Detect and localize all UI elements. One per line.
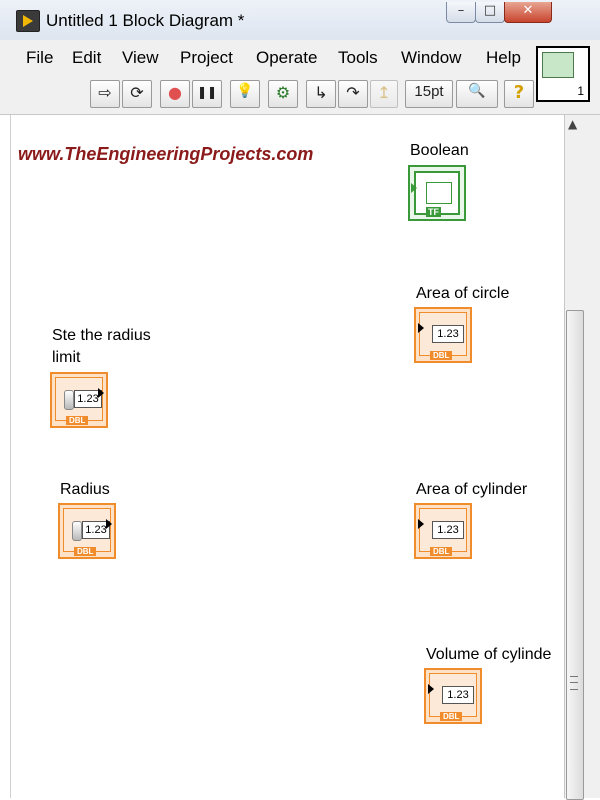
step-over-icon: ↷ [346,83,360,102]
numeric-frame: 1.23 [419,312,467,356]
labview-app-icon [16,10,40,32]
step-out-button[interactable]: ↥ [370,80,398,108]
menu-window[interactable]: Window [401,48,461,68]
vi-number: 1 [577,84,584,98]
help-icon: ? [513,82,525,103]
menu-project[interactable]: Project [180,48,233,68]
menu-edit[interactable]: Edit [72,48,101,68]
output-arrow-icon [106,519,112,529]
minimize-button[interactable]: – [446,2,476,23]
pause-button[interactable]: ❚❚ [192,80,222,108]
highlight-execution-icon: 💡 [236,83,254,99]
retain-wire-values-icon: ⚙ [275,83,291,102]
close-button[interactable]: ✕ [504,2,552,23]
context-help-button[interactable]: ? [504,80,534,108]
numeric-frame: 1.23 [63,508,111,552]
waveform-icon [542,52,574,78]
numeric-value: 1.23 [442,686,474,704]
numeric-frame: 1.23 [55,377,103,421]
chevron-up-icon: ▲ [568,117,578,131]
pause-icon: ❚❚ [196,85,218,99]
abort-button[interactable]: ● [160,80,190,108]
run-continuously-icon: ⟳ [130,83,144,102]
radius-limit-label-line2: limit [52,349,81,366]
search-icon: 🔍 [468,83,486,99]
numeric-frame: 1.23 [429,673,477,717]
window-title: Untitled 1 Block Diagram * [46,11,245,30]
menu-operate[interactable]: Operate [256,48,317,68]
radius-limit-label-line1: Ste the radius [52,327,151,344]
menu-help[interactable]: Help [486,48,521,68]
area-of-cylinder-indicator-terminal[interactable]: 1.23 DBL [414,503,472,559]
menu-tools[interactable]: Tools [338,48,378,68]
retain-wire-values-button[interactable]: ⚙ [268,80,298,108]
highlight-execution-button[interactable]: 💡 [230,80,260,108]
radius-control-terminal[interactable]: 1.23 DBL [58,503,116,559]
run-arrow-icon: ⇨ [98,83,112,102]
step-over-button[interactable]: ↷ [338,80,368,108]
input-arrow-icon [411,183,417,193]
step-out-icon: ↥ [377,83,391,102]
area-of-circle-label: Area of circle [416,285,510,302]
window-right-edge [584,115,600,798]
canvas-left-edge [0,115,11,798]
dbl-badge: DBL [66,416,89,425]
input-arrow-icon [428,684,434,694]
tf-badge: TF [426,207,441,217]
step-into-button[interactable]: ↳ [306,80,336,108]
numeric-value: 1.23 [432,521,464,539]
spinner-icon [72,521,82,541]
boolean-label: Boolean [410,142,469,159]
maximize-icon: □ [483,3,497,18]
radius-limit-control-terminal[interactable]: 1.23 DBL [50,372,108,428]
dbl-badge: DBL [74,547,97,556]
font-size-value: 15pt [414,83,444,100]
boolean-indicator-terminal[interactable]: TF [408,165,466,221]
step-into-icon: ↳ [314,83,328,102]
volume-of-cylinder-indicator-terminal[interactable]: 1.23 DBL [424,668,482,724]
radius-label: Radius [60,481,110,498]
numeric-value: 1.23 [432,325,464,343]
maximize-button[interactable]: □ [475,2,505,23]
area-of-circle-indicator-terminal[interactable]: 1.23 DBL [414,307,472,363]
run-button[interactable]: ⇨ [90,80,120,108]
text-settings-dropdown[interactable]: 15pt [405,80,453,108]
vi-icon-panel[interactable]: 1 [536,46,590,102]
input-arrow-icon [418,323,424,333]
dbl-badge: DBL [430,351,453,360]
search-button[interactable]: 🔍 [456,80,498,108]
area-of-cylinder-label: Area of cylinder [416,481,528,498]
numeric-frame: 1.23 [419,508,467,552]
dbl-badge: DBL [430,547,453,556]
scroll-thumb[interactable] [566,310,584,800]
menu-view[interactable]: View [122,48,159,68]
dbl-badge: DBL [440,712,463,721]
menu-file[interactable]: File [26,48,53,68]
abort-icon: ● [168,83,182,102]
output-arrow-icon [98,388,104,398]
watermark-text: www.TheEngineeringProjects.com [18,144,314,164]
led-icon [426,182,452,204]
volume-of-cylinder-label: Volume of cylinde [426,646,552,663]
minimize-icon: – [457,3,465,18]
input-arrow-icon [418,519,424,529]
scroll-grip-icon [570,676,578,690]
spinner-icon [64,390,74,410]
run-continuously-button[interactable]: ⟳ [122,80,152,108]
scroll-up-button[interactable]: ▲ [564,115,584,135]
close-icon: ✕ [522,3,534,18]
